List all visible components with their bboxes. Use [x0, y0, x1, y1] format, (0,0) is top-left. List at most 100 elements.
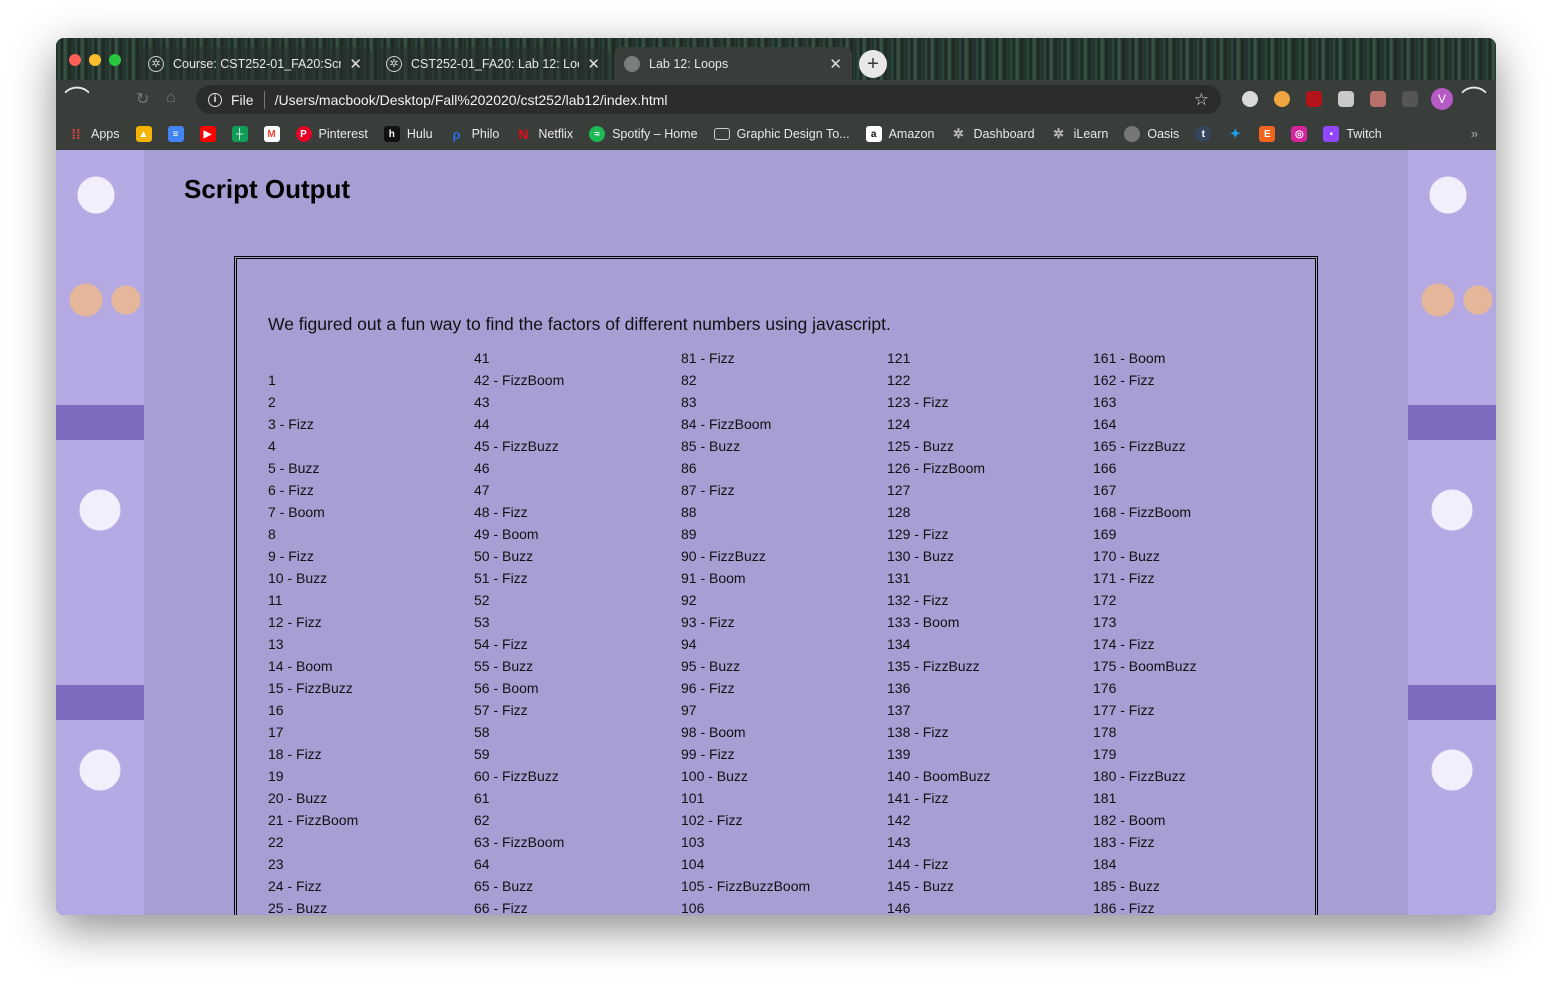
output-line: 87 - Fizz — [681, 482, 735, 498]
output-line: 24 - Fizz — [268, 878, 322, 894]
output-line: 129 - Fizz — [887, 526, 949, 542]
extension-icon[interactable] — [1274, 91, 1290, 107]
script-output-box: We figured out a fun way to find the fac… — [234, 256, 1318, 915]
output-line: 171 - Fizz — [1093, 570, 1155, 586]
tumblr-icon: t — [1195, 126, 1212, 142]
globe-icon — [1124, 126, 1141, 142]
ublock-icon[interactable] — [1306, 91, 1322, 107]
bookmark-amazon[interactable]: a Amazon — [865, 126, 934, 142]
reload-icon[interactable]: ↻ — [136, 89, 149, 109]
output-line: 96 - Fizz — [681, 680, 735, 696]
google-docs-icon: ≡ — [167, 126, 184, 142]
tab-lab12-moodle[interactable]: ✲ CST252-01_FA20: Lab 12: Loo ✕ — [376, 47, 610, 80]
output-line: 132 - Fizz — [887, 592, 949, 608]
bookmark-google-sheets[interactable]: ┼ — [231, 126, 248, 142]
extension-icon[interactable] — [1338, 91, 1354, 107]
url-text[interactable]: /Users/macbook/Desktop/Fall%202020/cst25… — [275, 92, 668, 108]
amazon-icon: a — [865, 126, 882, 142]
output-line: 9 - Fizz — [268, 548, 314, 564]
extension-icon[interactable] — [1370, 91, 1386, 107]
home-icon[interactable]: ⌂ — [166, 89, 176, 107]
output-line: 185 - Buzz — [1093, 878, 1160, 894]
bookmark-twitter[interactable]: ✦ — [1227, 126, 1243, 142]
output-line: 85 - Buzz — [681, 438, 741, 454]
address-bar[interactable]: i File /Users/macbook/Desktop/Fall%20202… — [196, 85, 1221, 114]
output-line: 145 - Buzz — [887, 878, 954, 894]
minimize-window-button[interactable] — [89, 54, 101, 66]
philo-icon: ρ — [452, 126, 461, 142]
bookmark-youtube[interactable]: ▶ — [199, 126, 216, 142]
tab-course-cst252[interactable]: ✲ Course: CST252-01_FA20:Scri ✕ — [138, 47, 372, 80]
bookmark-dashboard[interactable]: ✲ Dashboard — [950, 126, 1035, 142]
maximize-window-button[interactable] — [109, 54, 121, 66]
output-line: 93 - Fizz — [681, 614, 735, 630]
bookmark-instagram[interactable]: ◎ — [1291, 126, 1308, 142]
output-line: 180 - FizzBuzz — [1093, 768, 1186, 784]
tab-title: Course: CST252-01_FA20:Scri — [173, 56, 342, 71]
bookmark-tumblr[interactable]: t — [1195, 126, 1212, 142]
output-line: 137 — [887, 702, 911, 718]
profile-avatar[interactable]: V — [1431, 88, 1453, 110]
output-line: 89 — [681, 526, 697, 542]
bookmark-label: Graphic Design To... — [736, 127, 850, 141]
output-line: 166 — [1093, 460, 1117, 476]
output-line: 99 - Fizz — [681, 746, 735, 762]
output-line: 167 — [1093, 482, 1117, 498]
output-line: 124 — [887, 416, 911, 432]
output-line: 64 — [474, 856, 490, 872]
bookmark-label: Oasis — [1147, 127, 1180, 141]
puzzle-icon[interactable] — [1402, 91, 1418, 107]
output-line: 143 — [887, 834, 911, 850]
output-line: 22 — [268, 834, 284, 850]
divider — [263, 90, 265, 109]
bookmark-hulu[interactable]: h Hulu — [383, 126, 433, 142]
output-line: 58 — [474, 724, 490, 740]
close-icon[interactable]: ✕ — [829, 55, 842, 73]
output-line: 50 - Buzz — [474, 548, 534, 564]
bookmark-gmail[interactable]: M — [263, 126, 280, 142]
info-icon[interactable]: i — [208, 92, 222, 107]
output-line: 183 - Fizz — [1093, 834, 1155, 850]
tab-title: Lab 12: Loops — [649, 56, 729, 71]
bookmark-philo[interactable]: ρ Philo — [449, 126, 500, 142]
bookmark-google-drive[interactable]: ▲ — [135, 126, 152, 142]
output-line: 65 - Buzz — [474, 878, 534, 894]
close-icon[interactable]: ✕ — [587, 55, 600, 73]
output-line: 98 - Boom — [681, 724, 746, 740]
bookmark-pinterest[interactable]: P Pinterest — [295, 126, 368, 142]
bookmark-graphic-design-folder[interactable]: Graphic Design To... — [713, 127, 850, 141]
output-line: 23 — [268, 856, 284, 872]
browser-toolbar: ⌒ ↻ ⌂ i File /Users/macbook/Desktop/Fall… — [56, 80, 1496, 118]
output-line: 179 — [1093, 746, 1117, 762]
bookmark-twitch[interactable]: ▪ Twitch — [1323, 126, 1382, 142]
extension-icon[interactable] — [1242, 91, 1258, 107]
background-pattern-left — [56, 150, 144, 915]
tab-lab12-loops[interactable]: Lab 12: Loops ✕ — [614, 47, 852, 80]
output-line: 184 — [1093, 856, 1117, 872]
bookmark-label: Pinterest — [318, 127, 368, 141]
close-icon[interactable]: ✕ — [349, 55, 362, 73]
bookmark-etsy[interactable]: E — [1259, 126, 1276, 142]
bookmark-oasis[interactable]: Oasis — [1124, 126, 1179, 142]
output-line: 123 - Fizz — [887, 394, 949, 410]
output-line: 19 — [268, 768, 284, 784]
output-line: 173 — [1093, 614, 1117, 630]
bookmark-star-icon[interactable]: ☆ — [1194, 90, 1209, 110]
output-line: 11 — [268, 592, 283, 608]
more-bookmarks-icon[interactable]: » — [1471, 126, 1478, 141]
bookmark-ilearn[interactable]: ✲ iLearn — [1051, 126, 1108, 142]
output-line: 170 - Buzz — [1093, 548, 1160, 564]
bookmark-spotify[interactable]: ≈ Spotify – Home — [589, 126, 698, 142]
output-line: 144 - Fizz — [887, 856, 949, 872]
bookmark-netflix[interactable]: N Netflix — [515, 126, 573, 142]
output-line: 16 — [268, 702, 284, 718]
output-line: 18 - Fizz — [268, 746, 322, 762]
bookmark-google-docs[interactable]: ≡ — [167, 126, 184, 142]
instagram-icon: ◎ — [1291, 126, 1308, 142]
new-tab-button[interactable]: + — [859, 50, 887, 78]
output-line: 55 - Buzz — [474, 658, 534, 674]
bookmark-apps[interactable]: ⁞⁞ Apps — [68, 126, 119, 142]
close-window-button[interactable] — [69, 54, 81, 66]
output-line: 90 - FizzBuzz — [681, 548, 766, 564]
totoro-theme-icon: ⌒ — [1461, 85, 1488, 115]
